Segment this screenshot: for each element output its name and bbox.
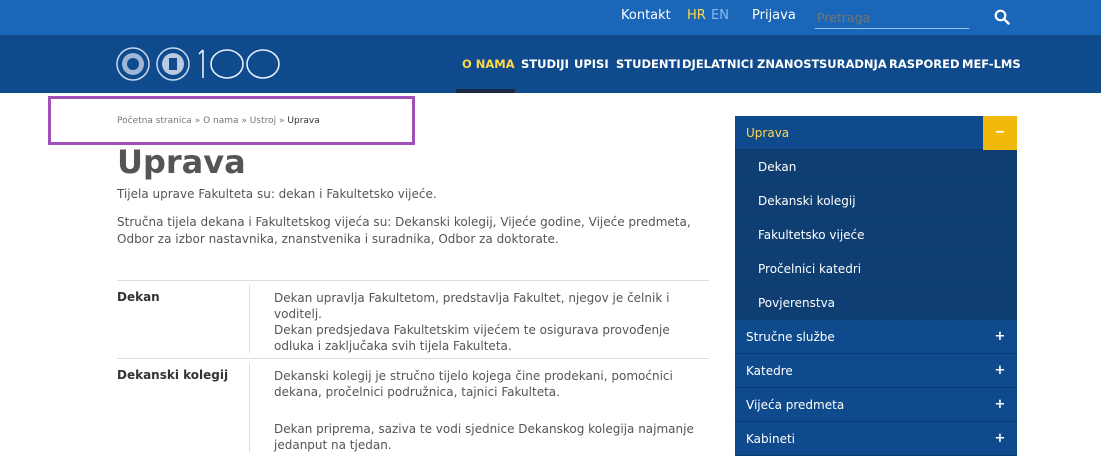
faculty-seal-icon xyxy=(156,47,190,81)
sidebar-item-label: Kabineti xyxy=(746,432,795,446)
search-icon[interactable] xyxy=(994,9,1010,25)
anniversary-100-logo xyxy=(198,49,280,79)
sidebar-item-label: Fakultetsko vijeće xyxy=(758,228,865,242)
sidebar-item-label: Uprava xyxy=(746,126,790,140)
column-divider xyxy=(249,285,250,353)
row-text: Dekan upravlja Fakultetom, predstavlja F… xyxy=(274,291,670,321)
sidebar-item-kabineti[interactable]: Kabineti + xyxy=(735,422,1017,456)
table-divider xyxy=(117,280,709,281)
nav-o-nama[interactable]: O NAMA xyxy=(462,57,515,71)
nav-studenti[interactable]: STUDENTI xyxy=(616,57,681,71)
sidebar-item-dekanski-kolegij[interactable]: Dekanski kolegij xyxy=(735,184,1017,218)
collapse-icon[interactable]: − xyxy=(983,116,1017,150)
column-divider xyxy=(249,363,250,452)
top-bar: Kontakt HR EN Prijava xyxy=(0,0,1101,35)
expand-icon[interactable]: + xyxy=(983,320,1017,354)
sidebar-item-label: Dekan xyxy=(758,160,797,174)
sidebar-item-procelnici-katedri[interactable]: Pročelnici katedri xyxy=(735,252,1017,286)
faculty-logos[interactable] xyxy=(115,44,295,84)
kontakt-link[interactable]: Kontakt xyxy=(621,8,671,23)
intro-text-2: Stručna tijela dekana i Fakultetskog vij… xyxy=(117,215,691,246)
sidebar-item-fakultetsko-vijece[interactable]: Fakultetsko vijeće xyxy=(735,218,1017,252)
highlight-box xyxy=(48,96,415,145)
intro-text: Tijela uprave Fakulteta su: dekan i Faku… xyxy=(117,187,437,201)
sidebar-item-label: Katedre xyxy=(746,364,793,378)
nav-mef-lms[interactable]: MEF-LMS xyxy=(962,57,1021,71)
nav-raspored[interactable]: RASPORED xyxy=(889,57,960,71)
sidebar-item-label: Stručne službe xyxy=(746,330,835,344)
row-label-dekan: Dekan xyxy=(117,290,160,304)
expand-icon[interactable]: + xyxy=(983,388,1017,422)
sidebar-item-strucne-sluzbe[interactable]: Stručne službe + xyxy=(735,320,1017,354)
sidebar-item-label: Pročelnici katedri xyxy=(758,262,862,276)
search-input[interactable] xyxy=(815,6,969,29)
nav-studiji[interactable]: STUDIJI xyxy=(521,57,569,71)
sidebar-item-katedre[interactable]: Katedre + xyxy=(735,354,1017,388)
nav-djelatnici[interactable]: DJELATNICI xyxy=(682,57,753,71)
row-text: Dekanski kolegij je stručno tijelo kojeg… xyxy=(274,369,673,399)
table-divider xyxy=(117,358,709,359)
nav-upisi[interactable]: UPISI xyxy=(574,57,609,71)
sidebar-item-vijeca-predmeta[interactable]: Vijeća predmeta + xyxy=(735,388,1017,422)
nav-znanost[interactable]: ZNANOST xyxy=(757,57,819,71)
expand-icon[interactable]: + xyxy=(983,422,1017,456)
lang-hr-link[interactable]: HR xyxy=(687,8,706,23)
prijava-link[interactable]: Prijava xyxy=(752,8,796,23)
active-nav-indicator xyxy=(456,89,515,93)
university-seal-icon xyxy=(116,47,150,81)
sidebar-item-label: Vijeća predmeta xyxy=(746,398,845,412)
sidebar-item-label: Dekanski kolegij xyxy=(758,194,856,208)
main-navbar: O NAMA STUDIJI UPISI STUDENTI DJELATNICI… xyxy=(0,35,1101,93)
row-label-dekanski-kolegij: Dekanski kolegij xyxy=(117,368,229,382)
sidebar-item-label: Povjerenstva xyxy=(758,296,836,310)
lang-en-link[interactable]: EN xyxy=(711,8,729,23)
sidebar-item-dekan[interactable]: Dekan xyxy=(735,150,1017,184)
sidebar-item-povjerenstva[interactable]: Povjerenstva xyxy=(735,286,1017,320)
row-text: Dekan predsjedava Fakultetskim vijećem t… xyxy=(274,323,670,353)
nav-suradnja[interactable]: SURADNJA xyxy=(819,57,887,71)
row-text: Dekan priprema, saziva te vodi sjednice … xyxy=(274,422,694,452)
expand-icon[interactable]: + xyxy=(983,354,1017,388)
sidebar-item-uprava[interactable]: Uprava − xyxy=(735,116,1017,150)
page-title: Uprava xyxy=(117,143,246,181)
